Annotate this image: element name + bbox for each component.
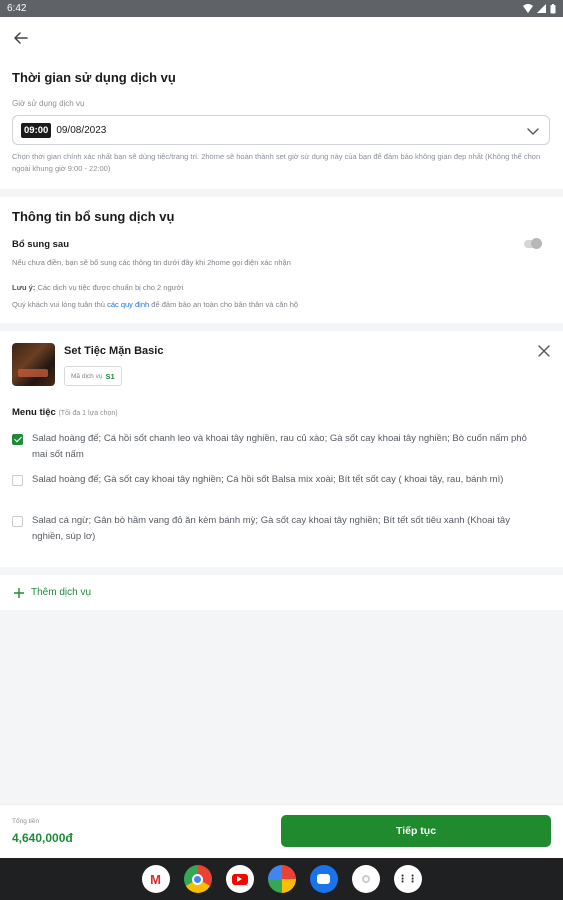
wifi-icon (523, 4, 533, 13)
service-card: Set Tiệc Mặn Basic Mã dịch vụ S1 Menu ti… (0, 331, 563, 567)
rule-line: Quý khách vui lòng tuân thủ các quy định… (12, 300, 298, 309)
service-code-value: S1 (105, 371, 115, 381)
youtube-icon[interactable] (225, 865, 254, 893)
add-service-button[interactable]: Thêm dịch vụ (0, 575, 563, 610)
rules-link[interactable]: các quy định (107, 300, 149, 309)
section-title: Thông tin bổ sung dịch vụ (12, 209, 175, 224)
rule-before: Quý khách vui lòng tuân thủ (12, 300, 105, 309)
extra-info-section: Thông tin bổ sung dịch vụ Bổ sung sau Nế… (0, 197, 563, 323)
note-line: Lưu ý: Các dịch vụ tiệc được chuẩn bị ch… (12, 283, 183, 292)
close-icon[interactable] (537, 344, 551, 358)
app-dock: M ⋮⋮ (0, 858, 563, 900)
continue-button[interactable]: Tiếp tục (281, 815, 551, 847)
time-hint: Chọn thời gian chính xác nhất bạn sẽ dùn… (12, 152, 541, 173)
service-title: Set Tiệc Mặn Basic (64, 345, 164, 357)
menu-hint: (Tối đa 1 lựa chọn) (58, 410, 118, 417)
plus-icon (14, 587, 24, 598)
service-time-section: Thời gian sử dụng dịch vụ Giờ sử dụng dị… (0, 17, 563, 189)
messages-icon[interactable] (309, 865, 338, 893)
menu-option-text: Salad cá ngừ; Gân bò hầm vang đỏ ăn kèm … (32, 515, 510, 542)
checkbox[interactable] (12, 516, 23, 527)
rule-after: để đảm bảo an toàn cho bản thân và căn h… (151, 300, 299, 309)
add-later-toggle[interactable] (524, 238, 542, 249)
menu-option[interactable]: Salad cá ngừ; Gân bò hầm vang đỏ ăn kèm … (12, 513, 542, 545)
menu-option[interactable]: Salad hoàng đế; Cá hồi sốt chanh leo và … (12, 431, 542, 463)
checkbox-checked[interactable] (12, 434, 23, 445)
note-text: Các dịch vụ tiệc được chuẩn bị cho 2 ngư… (37, 283, 184, 292)
datetime-picker[interactable]: 09:00 09/08/2023 (12, 115, 550, 145)
total-label: Tổng tiền (12, 818, 40, 825)
toggle-description: Nếu chưa điền, bạn sẽ bổ sung các thông … (12, 258, 291, 267)
service-thumbnail (12, 343, 55, 386)
add-service-label: Thêm dịch vụ (31, 587, 92, 598)
apps-icon[interactable]: ⋮⋮ (393, 865, 422, 893)
menu-option[interactable]: Salad hoàng đế; Gà sốt cay khoai tây ngh… (12, 472, 542, 488)
time-value: 09:00 (21, 122, 52, 138)
battery-icon (550, 3, 556, 13)
menu-option-text: Salad hoàng đế; Gà sốt cay khoai tây ngh… (32, 474, 504, 485)
status-bar: 6:42 (0, 0, 563, 17)
back-arrow-icon[interactable] (10, 27, 32, 49)
menu-label-text: Menu tiệc (12, 407, 56, 418)
photos-icon[interactable] (267, 865, 296, 893)
section-title: Thời gian sử dụng dịch vụ (12, 70, 176, 85)
gmail-icon[interactable]: M (141, 865, 170, 893)
toggle-label: Bổ sung sau (12, 239, 70, 250)
total-value: 4,640,000đ (12, 831, 73, 845)
status-time: 6:42 (7, 3, 27, 14)
chrome-icon[interactable] (183, 865, 212, 893)
camera-icon[interactable] (351, 865, 380, 893)
field-label: Giờ sử dụng dịch vụ (12, 99, 85, 108)
note-prefix: Lưu ý: (12, 283, 36, 292)
menu-option-text: Salad hoàng đế; Cá hồi sốt chanh leo và … (32, 433, 527, 460)
service-code-label: Mã dịch vụ (71, 372, 103, 380)
service-code-badge: Mã dịch vụ S1 (64, 366, 122, 386)
chevron-down-icon (527, 128, 539, 135)
checkbox[interactable] (12, 475, 23, 486)
menu-label: Menu tiệc (Tối đa 1 lựa chọn) (12, 407, 118, 418)
checkout-footer: Tổng tiền 4,640,000đ Tiếp tục (0, 804, 563, 858)
signal-icon (537, 4, 546, 13)
date-value: 09/08/2023 (56, 124, 107, 136)
